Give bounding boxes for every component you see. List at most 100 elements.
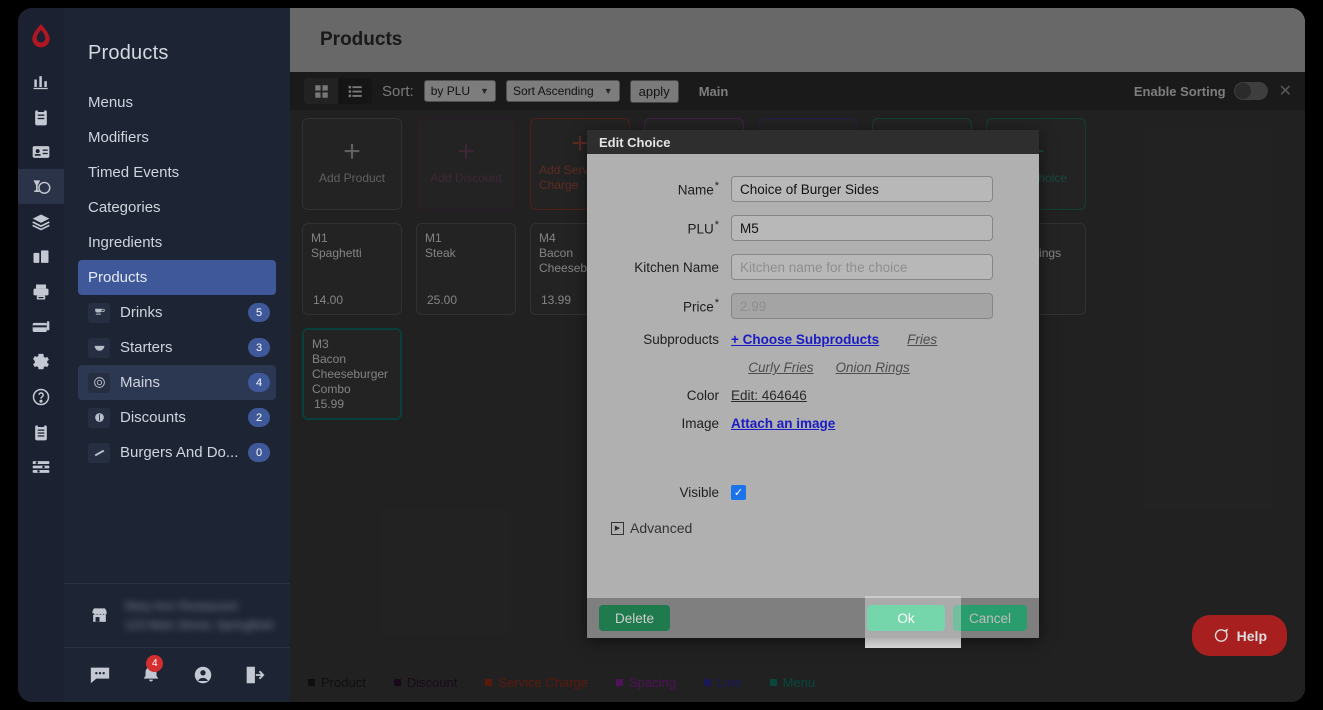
brand-logo-icon[interactable] [18,8,64,64]
name-label: Name* [611,180,731,198]
kitchen-name-label: Kitchen Name [611,260,731,275]
sidebar-category-label: Starters [120,339,248,356]
plu-label-text: PLU [687,222,713,237]
sidebar-nav: Menus Modifiers Timed Events Categories … [64,85,290,470]
price-label-text: Price [683,300,714,315]
name-input[interactable] [731,176,993,202]
gear-icon[interactable] [18,344,64,379]
sidebar-category-discounts[interactable]: Discounts 2 [78,400,276,435]
help-circle-icon[interactable] [18,379,64,414]
id-card-icon[interactable] [18,134,64,169]
subproducts-label: Subproducts [611,332,731,347]
visible-label: Visible [611,485,731,500]
logout-icon[interactable] [243,664,265,686]
sidebar-item-label: Categories [88,199,161,216]
icon-rail [18,8,64,702]
sidebar-item-label: Ingredients [88,234,162,251]
tag-icon [88,408,110,428]
store-icon [90,606,109,625]
subproduct-link-curly-fries[interactable]: Curly Fries [748,360,813,375]
sidebar-category-label: Discounts [120,409,248,426]
chat-bubble-icon [1212,627,1229,644]
delete-button[interactable]: Delete [599,605,670,631]
sidebar-category-drinks[interactable]: Drinks 5 [78,295,276,330]
kitchen-name-input[interactable] [731,254,993,280]
field-row-image: Image Attach an image [611,416,1015,431]
required-marker: * [715,180,719,192]
color-label: Color [611,388,731,403]
clipboard-icon[interactable] [18,99,64,134]
dialog-title: Edit Choice [587,130,1039,154]
store-name-line1: Mary Ann Restaurant [125,599,273,613]
field-row-kitchen-name: Kitchen Name [611,254,1015,280]
field-row-name: Name* [611,176,1015,202]
sidebar-footer: 4 [64,647,290,702]
dialog-footer: Delete Ok Cancel [587,598,1039,638]
attach-image-link[interactable]: Attach an image [731,416,835,431]
sidebar-item-timed-events[interactable]: Timed Events [78,155,276,190]
category-count-badge: 2 [248,408,270,427]
reports-bar-chart-icon[interactable] [18,64,64,99]
drinks-icon[interactable] [18,169,64,204]
category-count-badge: 5 [248,303,270,322]
account-avatar-icon[interactable] [192,664,214,686]
sidebar-category-label: Burgers And Do... [120,444,248,461]
field-row-price: Price* [611,293,1015,319]
dialog-primary-actions: Ok Cancel [867,605,1027,631]
name-label-text: Name [678,183,714,198]
sidebar-title: Products [64,8,290,85]
sidebar-item-products[interactable]: Products [78,260,276,295]
price-label: Price* [611,297,731,315]
choose-subproducts-link[interactable]: + Choose Subproducts [731,332,879,347]
sidebar-item-label: Menus [88,94,133,111]
category-count-badge: 4 [248,373,270,392]
help-button[interactable]: Help [1192,615,1287,656]
clipboard-list-icon[interactable] [18,414,64,449]
image-label: Image [611,416,731,431]
advanced-label: Advanced [630,520,692,536]
store-info[interactable]: Mary Ann Restaurant 123 Main Street, Spr… [64,583,290,647]
sidebar-item-categories[interactable]: Categories [78,190,276,225]
field-row-visible: Visible ✓ [611,485,1015,500]
layers-icon[interactable] [18,204,64,239]
advanced-toggle[interactable]: ▶ Advanced [611,520,1015,536]
drink-cup-icon [88,303,110,323]
sidebar-category-starters[interactable]: Starters 3 [78,330,276,365]
sidebar-category-label: Drinks [120,304,248,321]
required-marker: * [715,219,719,231]
sidebar-item-modifiers[interactable]: Modifiers [78,120,276,155]
payments-card-icon[interactable] [18,309,64,344]
ok-button[interactable]: Ok [867,605,945,631]
store-name-blurred: Mary Ann Restaurant 123 Main Street, Spr… [125,599,273,632]
app-window: Products Menus Modifiers Timed Events Ca… [18,8,1305,702]
help-label: Help [1237,628,1267,644]
required-marker: * [715,297,719,309]
sidebar-item-label: Products [88,269,147,286]
sidebar-category-mains[interactable]: Mains 4 [78,365,276,400]
visible-checkbox[interactable]: ✓ [731,485,746,500]
cancel-button[interactable]: Cancel [953,605,1027,631]
devices-icon[interactable] [18,239,64,274]
bowl-icon [88,338,110,358]
sidebar-item-label: Modifiers [88,129,149,146]
subproduct-link-fries[interactable]: Fries [907,332,937,347]
printer-icon[interactable] [18,274,64,309]
plu-label: PLU* [611,219,731,237]
price-input[interactable] [731,293,993,319]
notifications-bell-icon[interactable]: 4 [140,664,162,686]
plu-input[interactable] [731,215,993,241]
subproduct-link-onion-rings[interactable]: Onion Rings [835,360,909,375]
sidebar-item-ingredients[interactable]: Ingredients [78,225,276,260]
edit-color-link[interactable]: Edit: 464646 [731,388,807,403]
field-row-plu: PLU* [611,215,1015,241]
edit-choice-dialog: Edit Choice Name* PLU* Kitchen Name Pric… [587,130,1039,638]
sidebar-category-burgers-and-dogs[interactable]: Burgers And Do... 0 [78,435,276,470]
sidebar-item-menus[interactable]: Menus [78,85,276,120]
list-settings-icon[interactable] [18,449,64,484]
field-row-subproducts: Subproducts + Choose Subproducts Fries [611,332,1015,347]
burger-icon [88,443,110,463]
category-count-badge: 3 [248,338,270,357]
field-row-color: Color Edit: 464646 [611,388,1015,403]
expand-arrow-icon: ▶ [611,522,624,535]
chat-icon[interactable] [89,664,111,686]
